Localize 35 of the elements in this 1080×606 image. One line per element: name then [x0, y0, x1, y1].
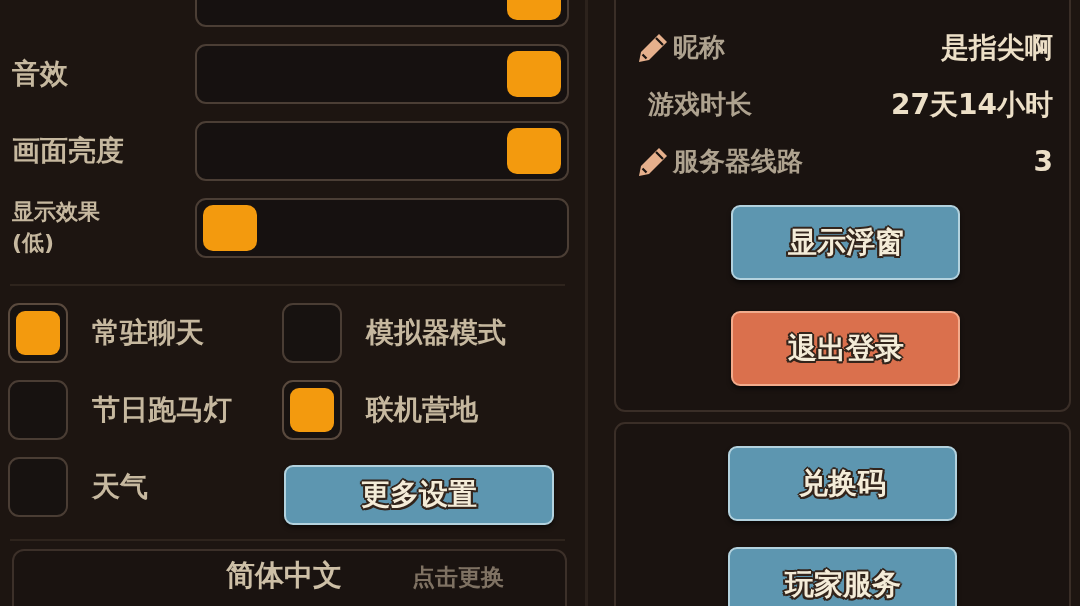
field-value: 27天14小时 — [891, 86, 1053, 123]
action-button[interactable]: 退出登录 — [731, 311, 960, 386]
field-label: 游戏时长 — [648, 88, 752, 121]
pencil-icon[interactable] — [638, 32, 668, 63]
checkbox-label: 天气 — [92, 469, 148, 505]
language-selector[interactable]: 简体中文 点击更换 — [12, 549, 567, 606]
action-button[interactable]: 玩家服务 — [728, 547, 957, 606]
checkbox-label: 常驻聊天 — [92, 315, 204, 351]
change-language-link[interactable]: 点击更换 — [412, 564, 504, 591]
field-label: 服务器线路 — [673, 145, 803, 178]
field-label: 昵称 — [673, 31, 725, 64]
slider-label: 画面亮度 — [11, 133, 124, 169]
checkbox[interactable] — [8, 457, 68, 517]
slider-track[interactable] — [195, 198, 569, 258]
more-settings-button[interactable]: 更多设置 — [284, 465, 554, 525]
slider-label: 显示效果 (低) — [11, 198, 101, 257]
checkbox[interactable] — [8, 303, 68, 363]
checkbox[interactable] — [282, 380, 342, 440]
slider-label: 音效 — [11, 56, 68, 92]
language-value: 简体中文 — [226, 559, 342, 593]
field-value: 3 — [1033, 145, 1053, 178]
field-value: 是指尖啊 — [941, 29, 1053, 66]
action-button[interactable]: 显示浮窗 — [731, 205, 960, 280]
slider-track[interactable] — [195, 121, 569, 181]
slider-track[interactable] — [195, 44, 569, 104]
action-button[interactable]: 兑换码 — [728, 446, 957, 521]
pencil-icon[interactable] — [638, 146, 668, 177]
checkbox-label: 模拟器模式 — [366, 315, 506, 351]
checkbox-label: 联机营地 — [366, 392, 478, 428]
checkbox[interactable] — [8, 380, 68, 440]
slider-handle[interactable] — [506, 51, 561, 97]
checkbox[interactable] — [282, 303, 342, 363]
slider-handle[interactable] — [203, 205, 258, 251]
slider-handle[interactable] — [506, 128, 561, 174]
checkbox-label: 节日跑马灯 — [92, 392, 232, 428]
